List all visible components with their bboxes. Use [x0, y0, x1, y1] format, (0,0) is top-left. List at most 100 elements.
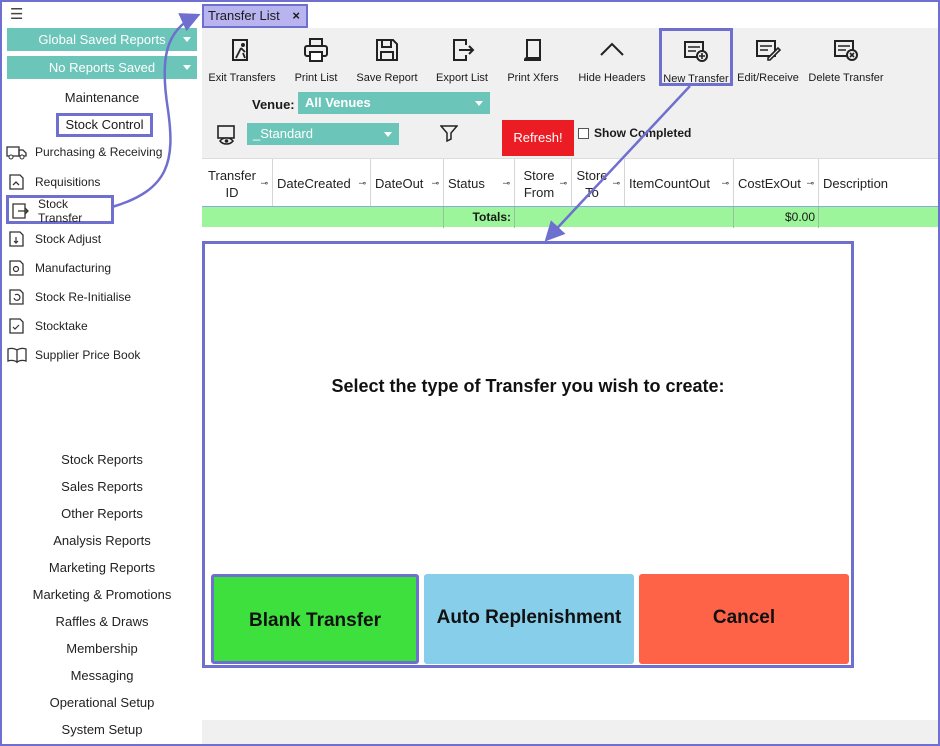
- sidebar-item-stock-transfer[interactable]: Stock Transfer: [6, 195, 114, 225]
- export-list-button[interactable]: Export List: [432, 34, 492, 86]
- raffles-draws-link[interactable]: Raffles & Draws: [2, 614, 202, 629]
- layout-view-icon[interactable]: [216, 124, 238, 146]
- report-label: Marketing & Promotions: [32, 587, 172, 602]
- report-label: Operational Setup: [49, 695, 155, 710]
- button-label: Print List: [294, 72, 338, 84]
- tab-bar: Transfer List ×: [202, 2, 938, 28]
- stock-reports-link[interactable]: Stock Reports: [2, 452, 202, 467]
- column-cost-ex-out[interactable]: CostExOut ⊸: [734, 159, 819, 207]
- column-transfer-id[interactable]: Transfer ID ⊸: [202, 159, 273, 207]
- other-reports-link[interactable]: Other Reports: [2, 506, 202, 521]
- delete-transfer-icon: [832, 36, 860, 64]
- column-date-out[interactable]: DateOut ⊸: [371, 159, 444, 207]
- pin-icon[interactable]: ⊸: [260, 178, 268, 189]
- caret-down-icon: [384, 132, 392, 137]
- column-status[interactable]: Status ⊸: [444, 159, 515, 207]
- adjust-icon: [6, 230, 28, 248]
- dialog-prompt: Select the type of Transfer you wish to …: [331, 376, 725, 396]
- export-icon: [448, 36, 476, 64]
- cancel-button[interactable]: Cancel: [639, 574, 849, 664]
- toolbar: Exit Transfers Print List Save Report Ex…: [202, 28, 938, 158]
- exit-transfers-button[interactable]: Exit Transfers: [207, 34, 277, 86]
- sidebar-item-supplier-price-book[interactable]: Supplier Price Book: [6, 344, 140, 366]
- stock-control-link[interactable]: Stock Control: [56, 113, 153, 137]
- sidebar-item-label: Stock Transfer: [38, 197, 83, 225]
- blank-transfer-button[interactable]: Blank Transfer: [211, 574, 419, 664]
- delete-transfer-button[interactable]: Delete Transfer: [806, 34, 886, 86]
- print-list-button[interactable]: Print List: [290, 34, 342, 86]
- sidebar: ☰ Global Saved Reports No Reports Saved …: [2, 2, 202, 744]
- sales-reports-link[interactable]: Sales Reports: [2, 479, 202, 494]
- truck-icon: [6, 143, 28, 161]
- report-label: Membership: [66, 641, 138, 656]
- book-icon: [6, 346, 28, 364]
- sidebar-item-label: Stock Re-Initialise: [35, 290, 132, 304]
- sidebar-item-manufacturing[interactable]: Manufacturing: [6, 257, 111, 279]
- tab-transfer-list[interactable]: Transfer List ×: [202, 4, 308, 28]
- sidebar-item-purchasing[interactable]: Purchasing & Receiving: [6, 141, 162, 163]
- new-transfer-button[interactable]: New Transfer: [659, 28, 733, 86]
- print-xfers-icon: [519, 36, 547, 64]
- venue-dropdown[interactable]: All Venues: [298, 92, 490, 114]
- tab-label: Transfer List: [208, 8, 280, 23]
- global-saved-reports-dropdown[interactable]: Global Saved Reports: [7, 28, 197, 51]
- sidebar-item-re-initialise[interactable]: Stock Re-Initialise: [6, 286, 131, 308]
- pin-icon[interactable]: ⊸: [721, 178, 729, 189]
- refresh-button[interactable]: Refresh!: [502, 120, 574, 156]
- marketing-promotions-link[interactable]: Marketing & Promotions: [2, 587, 202, 602]
- totals-cost: $0.00: [734, 207, 819, 228]
- button-label: Cancel: [712, 607, 776, 628]
- column-store-to[interactable]: Store To ⊸: [572, 159, 625, 207]
- analysis-reports-link[interactable]: Analysis Reports: [2, 533, 202, 548]
- column-item-count-out[interactable]: ItemCountOut ⊸: [625, 159, 734, 207]
- button-label: Save Report: [356, 72, 418, 84]
- button-label: Exit Transfers: [208, 72, 276, 84]
- button-label: Edit/Receive: [737, 72, 799, 84]
- messaging-link[interactable]: Messaging: [2, 668, 202, 683]
- button-label: Export List: [436, 72, 488, 84]
- totals-label: Totals:: [444, 207, 515, 228]
- column-label: ItemCountOut: [629, 176, 710, 191]
- column-label: DateOut: [375, 176, 424, 191]
- caret-down-icon: [475, 101, 483, 106]
- pin-icon[interactable]: ⊸: [431, 178, 439, 189]
- save-report-button[interactable]: Save Report: [354, 34, 420, 86]
- sidebar-item-requisitions[interactable]: Requisitions: [6, 171, 100, 193]
- report-label: Sales Reports: [61, 479, 143, 494]
- pin-icon[interactable]: ⊸: [806, 178, 814, 189]
- pin-icon[interactable]: ⊸: [502, 178, 510, 189]
- layout-dropdown[interactable]: _Standard: [247, 123, 399, 145]
- pin-icon[interactable]: ⊸: [612, 178, 620, 189]
- reinitialise-icon: [6, 288, 28, 306]
- column-label: Transfer ID: [208, 168, 256, 200]
- sidebar-item-stocktake[interactable]: Stocktake: [6, 315, 88, 337]
- column-label: Store To: [576, 168, 608, 200]
- operational-setup-link[interactable]: Operational Setup: [2, 695, 202, 710]
- column-label: Description: [823, 176, 889, 191]
- show-completed-checkbox[interactable]: [578, 128, 589, 139]
- maintenance-link[interactable]: Maintenance: [2, 90, 202, 105]
- sidebar-item-label: Purchasing & Receiving: [35, 145, 163, 159]
- marketing-reports-link[interactable]: Marketing Reports: [2, 560, 202, 575]
- report-label: Analysis Reports: [53, 533, 151, 548]
- dropdown-label: Global Saved Reports: [38, 32, 166, 47]
- print-xfers-button[interactable]: Print Xfers: [504, 34, 562, 86]
- hide-headers-button[interactable]: Hide Headers: [575, 34, 649, 86]
- filter-icon[interactable]: [439, 124, 459, 143]
- manufacturing-icon: [6, 259, 28, 277]
- edit-receive-button[interactable]: Edit/Receive: [736, 34, 800, 86]
- close-icon[interactable]: ×: [292, 6, 300, 26]
- sidebar-item-stock-adjust[interactable]: Stock Adjust: [6, 228, 101, 250]
- pin-icon[interactable]: ⊸: [559, 178, 567, 189]
- no-reports-saved-dropdown[interactable]: No Reports Saved: [7, 56, 197, 79]
- column-store-from[interactable]: Store From ⊸: [515, 159, 572, 207]
- auto-replenishment-button[interactable]: Auto Replenishment: [424, 574, 634, 664]
- membership-link[interactable]: Membership: [2, 641, 202, 656]
- caret-down-icon: [183, 65, 191, 70]
- column-date-created[interactable]: DateCreated ⊸: [273, 159, 371, 207]
- new-transfer-icon: [682, 37, 710, 65]
- column-description[interactable]: Description: [819, 159, 938, 207]
- pin-icon[interactable]: ⊸: [358, 178, 366, 189]
- system-setup-link[interactable]: System Setup: [2, 722, 202, 737]
- hamburger-icon[interactable]: ☰: [10, 7, 26, 22]
